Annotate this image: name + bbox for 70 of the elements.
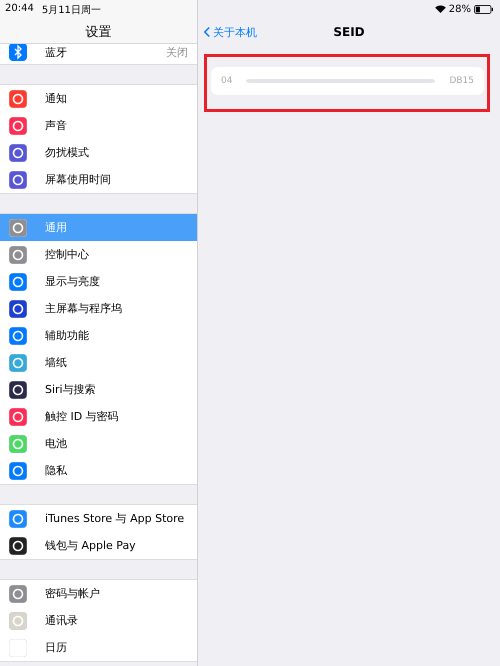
settings-app-icon (9, 462, 27, 480)
settings-app-icon (9, 638, 27, 656)
item-label: 勿扰模式 (45, 145, 89, 160)
settings-app-icon (9, 408, 27, 426)
back-button[interactable]: 关于本机 (198, 24, 263, 40)
seid-start: 04 (221, 76, 232, 86)
sidebar-item[interactable]: 勿扰模式 (0, 139, 197, 166)
settings-app-icon (9, 380, 27, 398)
item-label: 辅助功能 (45, 328, 89, 343)
page-title: SEID (333, 25, 365, 39)
settings-app-icon (9, 246, 27, 264)
item-label: 控制中心 (45, 247, 89, 262)
settings-app-icon (9, 300, 27, 318)
sidebar-item[interactable]: 声音 (0, 112, 197, 139)
settings-app-icon (9, 90, 27, 108)
item-label: 蓝牙 (45, 44, 67, 60)
sidebar-item[interactable]: iTunes Store 与 App Store (0, 505, 197, 532)
settings-app-icon (9, 510, 27, 528)
sidebar-item[interactable]: 电池 (0, 430, 197, 457)
sidebar-item[interactable]: 隐私 (0, 457, 197, 484)
item-value: 关闭 (166, 44, 188, 60)
item-label: 隐私 (45, 463, 67, 478)
settings-app-icon (9, 612, 27, 630)
sidebar-item[interactable]: 墙纸 (0, 349, 197, 376)
item-label: 通知 (45, 91, 67, 106)
settings-app-icon (9, 218, 27, 236)
settings-app-icon (9, 584, 27, 602)
sidebar-item[interactable]: 辅助功能 (0, 322, 197, 349)
sidebar-item[interactable]: 通知 (0, 85, 197, 112)
wifi-icon (434, 5, 446, 13)
sidebar-item[interactable]: 主屏幕与程序坞 (0, 295, 197, 322)
sidebar-item[interactable]: 屏幕使用时间 (0, 166, 197, 193)
sidebar-item[interactable]: 密码与帐户 (0, 580, 197, 607)
battery-icon (474, 4, 494, 14)
settings-app-icon (9, 116, 27, 134)
item-label: 屏幕使用时间 (45, 172, 111, 187)
item-label: 声音 (45, 118, 67, 133)
status-time: 20:44 (5, 3, 34, 16)
sidebar-item[interactable]: 日历 (0, 634, 197, 661)
sidebar-item[interactable]: 蓝牙 关闭 (0, 44, 197, 64)
battery-percent: 28% (448, 4, 471, 14)
settings-app-icon (9, 326, 27, 344)
chevron-left-icon (204, 26, 210, 38)
sidebar-item[interactable]: Siri与搜索 (0, 376, 197, 403)
sidebar-item[interactable]: 触控 ID 与密码 (0, 403, 197, 430)
settings-app-icon (9, 434, 27, 452)
item-label: 通用 (45, 220, 67, 235)
sidebar-item[interactable]: 控制中心 (0, 241, 197, 268)
item-label: 主屏幕与程序坞 (45, 301, 122, 316)
item-label: 密码与帐户 (45, 586, 100, 601)
item-label: iTunes Store 与 App Store (45, 511, 184, 526)
item-label: 显示与亮度 (45, 274, 100, 289)
item-label: Siri与搜索 (45, 382, 96, 397)
sidebar-item[interactable]: 通讯录 (0, 607, 197, 634)
item-label: 日历 (45, 640, 67, 655)
status-date: 5月11日周一 (42, 4, 101, 17)
sidebar-item[interactable]: 显示与亮度 (0, 268, 197, 295)
item-label: 触控 ID 与密码 (45, 409, 119, 424)
settings-app-icon (9, 144, 27, 162)
item-label: 电池 (45, 436, 67, 451)
sidebar-item[interactable]: 钱包与 Apple Pay (0, 532, 197, 559)
item-label: 墙纸 (45, 355, 67, 370)
settings-app-icon (9, 536, 27, 554)
seid-end: DB15 (449, 76, 474, 86)
item-label: 钱包与 Apple Pay (45, 538, 136, 553)
settings-app-icon (9, 272, 27, 290)
sidebar-title: 设置 (84, 24, 112, 41)
settings-app-icon (9, 170, 27, 188)
settings-app-icon (9, 354, 27, 372)
item-label: 通讯录 (45, 613, 78, 628)
